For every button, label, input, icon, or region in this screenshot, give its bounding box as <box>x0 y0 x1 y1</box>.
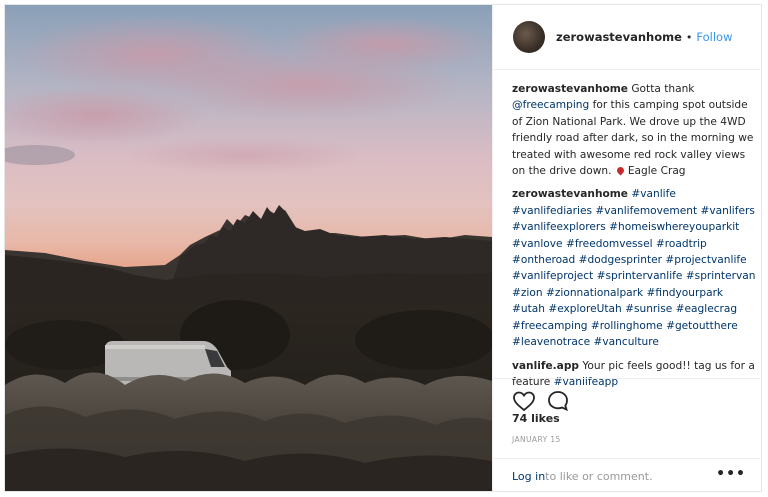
hashtag-link[interactable]: #dodgesprinter <box>579 254 662 266</box>
hashtag-link[interactable]: #zion <box>512 287 543 299</box>
comment-bubble-icon[interactable] <box>546 389 570 413</box>
comment: zerowastevanhome Gotta thank @freecampin… <box>512 81 756 179</box>
hashtag-link[interactable]: #sunrise <box>625 303 672 315</box>
hashtag-link[interactable]: #sprintervan <box>686 270 756 282</box>
author-username[interactable]: zerowastevanhome <box>556 30 682 44</box>
comment-text: Eagle Crag <box>627 165 686 178</box>
comment-text: Gotta thank <box>627 83 695 95</box>
more-options-icon[interactable]: ••• <box>716 466 746 482</box>
hashtag-link[interactable]: #vanlifeexplorers <box>512 221 606 233</box>
follow-button[interactable]: Follow <box>696 30 732 44</box>
login-link[interactable]: Log in <box>512 470 545 483</box>
hashtag-link[interactable]: #roadtrip <box>656 238 707 250</box>
comment-username[interactable]: zerowastevanhome <box>512 83 628 95</box>
action-icons <box>512 389 580 413</box>
post-sidebar: zerowastevanhome • Follow zerowastevanho… <box>492 5 761 491</box>
comment-username[interactable]: vanlife.app <box>512 360 579 372</box>
hashtag-link[interactable]: #sprintervanlife <box>597 270 683 282</box>
hashtag-link[interactable]: #vanlifemovement <box>595 205 697 217</box>
hashtag-link[interactable]: #rollinghome <box>591 320 663 332</box>
hashtag-link[interactable]: #exploreUtah <box>548 303 621 315</box>
hashtag-link[interactable]: #vanlife <box>631 188 676 200</box>
hashtag-link[interactable]: #zionnationalpark <box>546 287 643 299</box>
hashtag-link[interactable]: #vanlifers <box>701 205 755 217</box>
hashtag-link[interactable]: #vanlove <box>512 238 563 250</box>
login-text: to like or comment. <box>545 469 653 483</box>
hashtag-link[interactable]: #findyourpark <box>647 287 724 299</box>
hashtag-link[interactable]: #utah <box>512 303 545 315</box>
comment: zerowastevanhome #vanlife #vanlifediarie… <box>512 186 756 350</box>
heart-icon[interactable] <box>512 389 536 413</box>
hashtag-link[interactable]: #getoutthere <box>666 320 738 332</box>
likes-count[interactable]: 74 likes <box>512 412 560 425</box>
desert-sunset-van-photo <box>5 5 492 491</box>
comments-list: zerowastevanhome Gotta thank @freecampin… <box>512 81 756 397</box>
hashtag-link[interactable]: #ontheroad <box>512 254 575 266</box>
hashtag-link[interactable]: #vanculture <box>594 336 659 348</box>
login-bar: Log in to like or comment. ••• <box>493 458 761 491</box>
post-photo[interactable] <box>5 5 492 491</box>
hashtag-link[interactable]: #eaglecrag <box>676 303 737 315</box>
hashtag-link[interactable]: #projectvanlife <box>665 254 746 266</box>
hashtag-link[interactable]: #vanlifeproject <box>512 270 593 282</box>
mention-link[interactable]: @freecamping <box>512 99 589 111</box>
hashtag-link[interactable]: #freecamping <box>512 320 588 332</box>
comment-username[interactable]: zerowastevanhome <box>512 188 628 200</box>
post-header: zerowastevanhome • Follow <box>493 5 761 70</box>
hashtag-link[interactable]: #vanlifediaries <box>512 205 592 217</box>
post-date[interactable]: JANUARY 15 <box>512 435 561 444</box>
separator-dot: • <box>685 30 693 44</box>
avatar[interactable] <box>513 21 545 53</box>
location-pin-icon <box>615 165 626 176</box>
hashtag-link[interactable]: #leavenotrace <box>512 336 590 348</box>
instagram-post: zerowastevanhome • Follow zerowastevanho… <box>4 4 762 492</box>
hashtag-link[interactable]: #freedomvessel <box>566 238 653 250</box>
hashtag-link[interactable]: #homeiswhereyouparkit <box>609 221 739 233</box>
